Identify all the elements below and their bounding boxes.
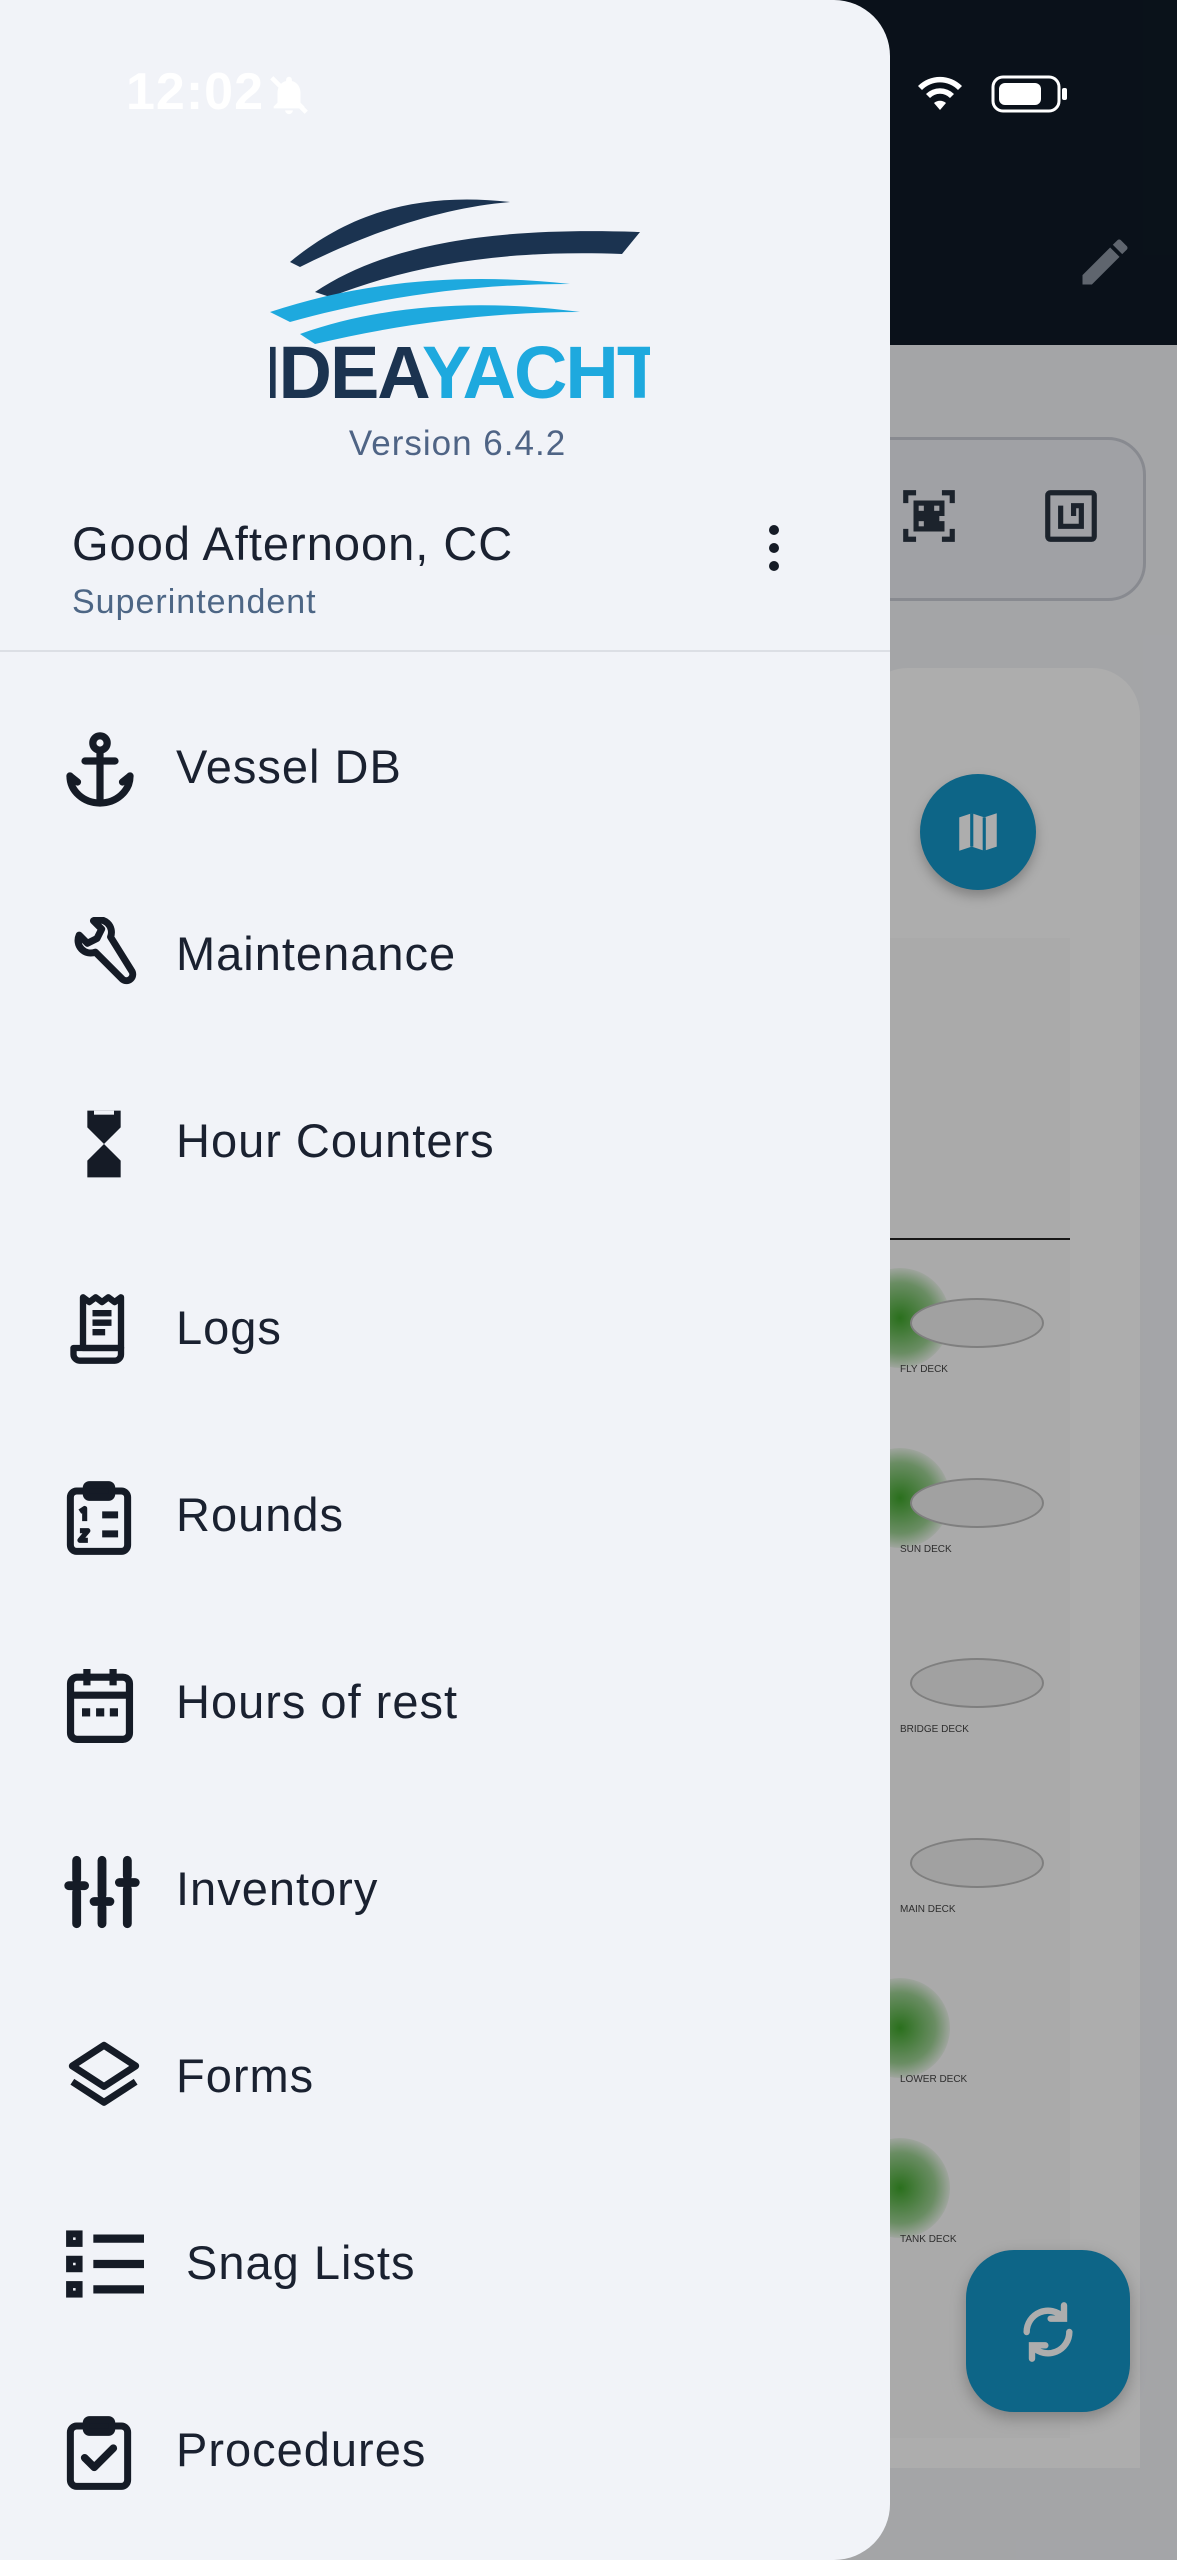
ideayacht-logo: IDEAYACHT: [260, 172, 664, 414]
clipboard-list-icon: [64, 1478, 144, 1558]
clipboard-check-icon: [64, 2413, 144, 2493]
navigation-drawer: 12:02 IDEAYACHT Version 6.4.2 Good After…: [0, 0, 890, 2560]
menu-item-forms[interactable]: Forms: [0, 1985, 890, 2172]
more-options-button[interactable]: [745, 515, 801, 579]
battery-icon: [991, 75, 1067, 113]
menu-item-label: Hour Counters: [176, 1114, 495, 1167]
menu-item-label: Logs: [176, 1301, 282, 1354]
list-icon: [64, 2226, 144, 2306]
menu-item-procedures[interactable]: Procedures: [0, 2359, 890, 2546]
menu-item-hours-of-rest[interactable]: Hours of rest: [0, 1611, 890, 1798]
brand-wordmark: IDEAYACHT: [270, 331, 650, 412]
receipt-icon: [64, 1291, 144, 1371]
menu-item-label: Snag Lists: [186, 2236, 416, 2289]
menu-item-logs[interactable]: Logs: [0, 1237, 890, 1424]
menu-item-label: Hours of rest: [176, 1675, 459, 1728]
bell-off-icon: [266, 72, 312, 123]
menu-item-label: Procedures: [176, 2423, 427, 2476]
menu-item-label: Maintenance: [176, 927, 457, 980]
layers-icon: [64, 2039, 144, 2119]
wrench-icon: [64, 916, 144, 997]
menu-item-label: Inventory: [176, 1862, 379, 1915]
app-version: Version 6.4.2: [348, 424, 567, 463]
sliders-icon: [64, 1852, 144, 1932]
menu-item-vessel-db[interactable]: Vessel DB: [0, 676, 890, 863]
user-role: Superintendent: [72, 583, 317, 621]
menu-item-rounds[interactable]: Rounds: [0, 1424, 890, 1611]
menu-item-label: Forms: [176, 2049, 315, 2102]
menu-item-label: Vessel DB: [176, 740, 402, 793]
menu-item-hour-counters[interactable]: Hour Counters: [0, 1050, 890, 1237]
menu-item-maintenance[interactable]: Maintenance: [0, 863, 890, 1050]
header-divider: [0, 650, 890, 652]
more-vert-icon: [769, 525, 779, 535]
wifi-icon: [918, 76, 962, 110]
menu-item-label: Rounds: [176, 1488, 344, 1541]
menu-item-inventory[interactable]: Inventory: [0, 1798, 890, 1985]
hourglass-icon: [64, 1104, 144, 1184]
anchor-icon: [64, 730, 144, 810]
menu-item-snag-lists[interactable]: Snag Lists: [0, 2172, 890, 2359]
user-greeting: Good Afternoon, CC: [72, 517, 514, 570]
status-time: 12:02: [126, 63, 264, 121]
calendar-icon: [64, 1665, 144, 1745]
